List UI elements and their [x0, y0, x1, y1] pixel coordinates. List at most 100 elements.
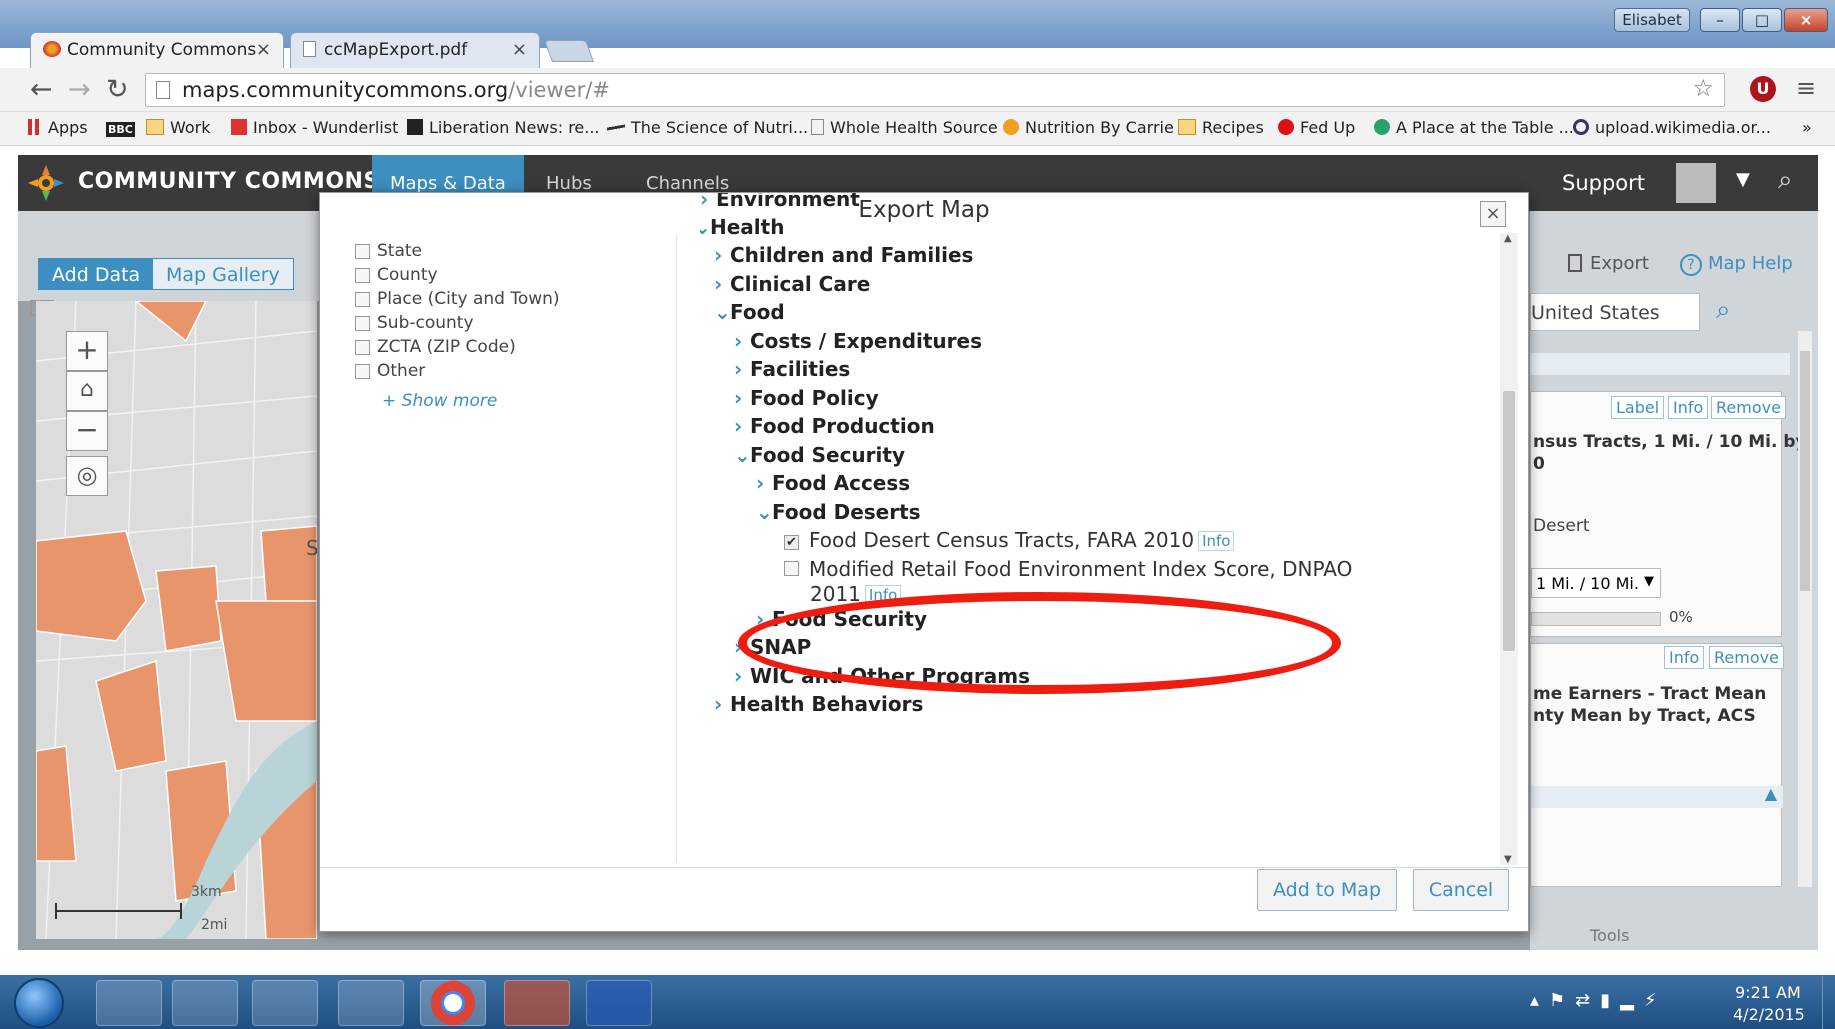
- menu-icon[interactable]: ≡: [1796, 74, 1816, 102]
- powerpoint-icon[interactable]: [504, 980, 570, 1026]
- remove-button[interactable]: Remove: [1709, 646, 1784, 669]
- add-data-tab[interactable]: Add Data: [38, 258, 155, 290]
- system-tray-icons[interactable]: ▴⚑⇄▮▂⚡: [1530, 990, 1667, 1011]
- geo-sub-county[interactable]: Sub-county: [355, 311, 560, 335]
- chevron-down-icon[interactable]: ▼: [1736, 169, 1750, 190]
- layer-mrfei[interactable]: Modified Retail Food Environment Index S…: [784, 557, 1352, 581]
- internet-explorer-icon[interactable]: [338, 980, 404, 1026]
- info-button[interactable]: Info: [1668, 396, 1709, 419]
- chrome-icon[interactable]: [420, 980, 486, 1026]
- explorer-folder-icon[interactable]: [96, 980, 162, 1026]
- tree-node-health[interactable]: ⌄Health: [700, 215, 784, 239]
- reload-icon[interactable]: ↻: [106, 74, 129, 105]
- info-button[interactable]: Info: [1198, 531, 1235, 551]
- scroll-down-icon[interactable]: ▼: [1504, 854, 1512, 865]
- checkbox[interactable]: [355, 339, 370, 355]
- bookmark-fed-up[interactable]: Fed Up: [1278, 118, 1355, 137]
- bbc-icon[interactable]: BBC: [106, 118, 135, 137]
- checkbox[interactable]: [355, 243, 370, 259]
- checkbox[interactable]: [355, 363, 370, 379]
- export-link[interactable]: Export: [1568, 253, 1649, 274]
- tree-scrollbar[interactable]: ▲ ▼: [1500, 233, 1518, 865]
- close-window-button[interactable]: ×: [1784, 8, 1828, 32]
- tab-community-commons[interactable]: Community Commons ×: [30, 32, 284, 68]
- checkbox[interactable]: [355, 291, 370, 307]
- checkbox[interactable]: [355, 315, 370, 331]
- buffer-select[interactable]: 1 Mi. / 10 Mi. ▼: [1531, 568, 1661, 598]
- forward-arrow-icon[interactable]: →: [68, 74, 91, 105]
- right-scroll-thumb[interactable]: [1800, 351, 1810, 591]
- bookmark-liberation-news[interactable]: Liberation News: re...: [407, 118, 600, 137]
- address-bar[interactable]: maps.communitycommons.org/viewer/# ☆: [145, 73, 1725, 107]
- home-icon[interactable]: ⌂: [66, 371, 108, 411]
- tools-label[interactable]: Tools: [1590, 926, 1629, 945]
- bookmark-work[interactable]: Work: [146, 118, 211, 137]
- locate-icon[interactable]: ◎: [66, 456, 108, 496]
- bookmark-recipes[interactable]: Recipes: [1178, 118, 1264, 137]
- tab-ccmapexport[interactable]: ccMapExport.pdf ×: [290, 32, 540, 68]
- support-link[interactable]: Support: [1562, 171, 1645, 195]
- tree-node-environment[interactable]: › Environment: [700, 193, 860, 211]
- avatar[interactable]: [1676, 163, 1716, 203]
- clock-date[interactable]: 4/2/2015: [1733, 1005, 1805, 1024]
- minimize-button[interactable]: –: [1700, 8, 1740, 32]
- map-gallery-tab[interactable]: Map Gallery: [152, 258, 294, 290]
- bookmarks-overflow[interactable]: »: [1802, 118, 1812, 137]
- show-desktop-button[interactable]: [1822, 975, 1835, 1029]
- extension-icon[interactable]: U: [1750, 76, 1776, 102]
- collapse-bar[interactable]: ▲: [1531, 784, 1783, 808]
- tree-node-food-deserts[interactable]: ⌄Food Deserts: [756, 500, 921, 524]
- tree-node-health-behaviors[interactable]: › Health Behaviors: [714, 692, 923, 716]
- map-canvas[interactable]: + ⌂ − ◎ S 3km 2mi: [36, 301, 317, 939]
- back-arrow-icon[interactable]: ←: [30, 74, 53, 105]
- add-to-map-button[interactable]: Add to Map: [1257, 869, 1397, 911]
- info-button[interactable]: Info: [1664, 646, 1705, 669]
- layer-food-desert-tracts[interactable]: ✔ Food Desert Census Tracts, FARA 2010 Inf…: [784, 528, 1235, 552]
- tree-node-costs[interactable]: › Costs / Expenditures: [734, 329, 982, 353]
- geo-county[interactable]: County: [355, 263, 560, 287]
- zoom-out-button[interactable]: −: [66, 411, 108, 451]
- show-more-link[interactable]: + Show more: [382, 391, 497, 411]
- tree-node-children-families[interactable]: › Children and Families: [714, 243, 973, 267]
- bookmark-apps[interactable]: Apps: [28, 118, 88, 137]
- logo-text[interactable]: COMMUNITY COMMONS: [78, 169, 380, 194]
- start-button[interactable]: [14, 978, 64, 1028]
- geo-zcta[interactable]: ZCTA (ZIP Code): [355, 335, 560, 359]
- scroll-up-icon[interactable]: ▲: [1504, 233, 1512, 244]
- tree-node-food-security[interactable]: ⌄Food Security: [734, 443, 905, 467]
- checkbox[interactable]: [784, 561, 799, 576]
- map-help-link[interactable]: ? Map Help: [1680, 253, 1793, 276]
- clock-time[interactable]: 9:21 AM: [1735, 983, 1801, 1002]
- tree-node-facilities[interactable]: › Facilities: [734, 357, 850, 381]
- right-scrollbar[interactable]: [1798, 331, 1812, 887]
- checkbox-checked[interactable]: ✔: [784, 535, 799, 550]
- user-chip[interactable]: Elisabet: [1614, 8, 1690, 32]
- mail-icon[interactable]: [252, 980, 318, 1026]
- search-icon[interactable]: ⌕: [1716, 295, 1731, 326]
- geo-other[interactable]: Other: [355, 359, 560, 383]
- bookmark-place-table[interactable]: A Place at the Table ...: [1374, 118, 1574, 137]
- bookmark-wikimedia[interactable]: upload.wikimedia.or...: [1573, 118, 1771, 137]
- maximize-button[interactable]: □: [1742, 8, 1782, 32]
- geo-state[interactable]: State: [355, 239, 560, 263]
- close-tab-icon[interactable]: ×: [512, 39, 527, 60]
- tree-node-clinical-care[interactable]: › Clinical Care: [714, 272, 870, 296]
- search-icon[interactable]: ⌕: [1778, 165, 1793, 196]
- remove-button[interactable]: Remove: [1711, 396, 1786, 419]
- tree-node-food-production[interactable]: › Food Production: [734, 414, 935, 438]
- tree-node-food-policy[interactable]: › Food Policy: [734, 386, 879, 410]
- bookmark-wunderlist[interactable]: Inbox - Wunderlist: [231, 118, 398, 137]
- label-button[interactable]: Label: [1611, 396, 1665, 419]
- cancel-button[interactable]: Cancel: [1413, 869, 1509, 911]
- bookmark-science-nutrition[interactable]: The Science of Nutri...: [607, 118, 808, 137]
- tree-scroll-thumb[interactable]: [1503, 391, 1515, 651]
- bookmark-whole-health[interactable]: Whole Health Source: [811, 118, 998, 137]
- tree-node-food[interactable]: ⌄Food: [714, 300, 785, 324]
- tree-node-food-access[interactable]: › Food Access: [756, 471, 910, 495]
- geo-place[interactable]: Place (City and Town): [355, 287, 560, 311]
- word-icon[interactable]: [586, 980, 652, 1026]
- opacity-slider[interactable]: [1531, 612, 1661, 626]
- checkbox[interactable]: [355, 267, 370, 283]
- close-tab-icon[interactable]: ×: [256, 39, 271, 60]
- location-search-input[interactable]: United States: [1530, 293, 1700, 331]
